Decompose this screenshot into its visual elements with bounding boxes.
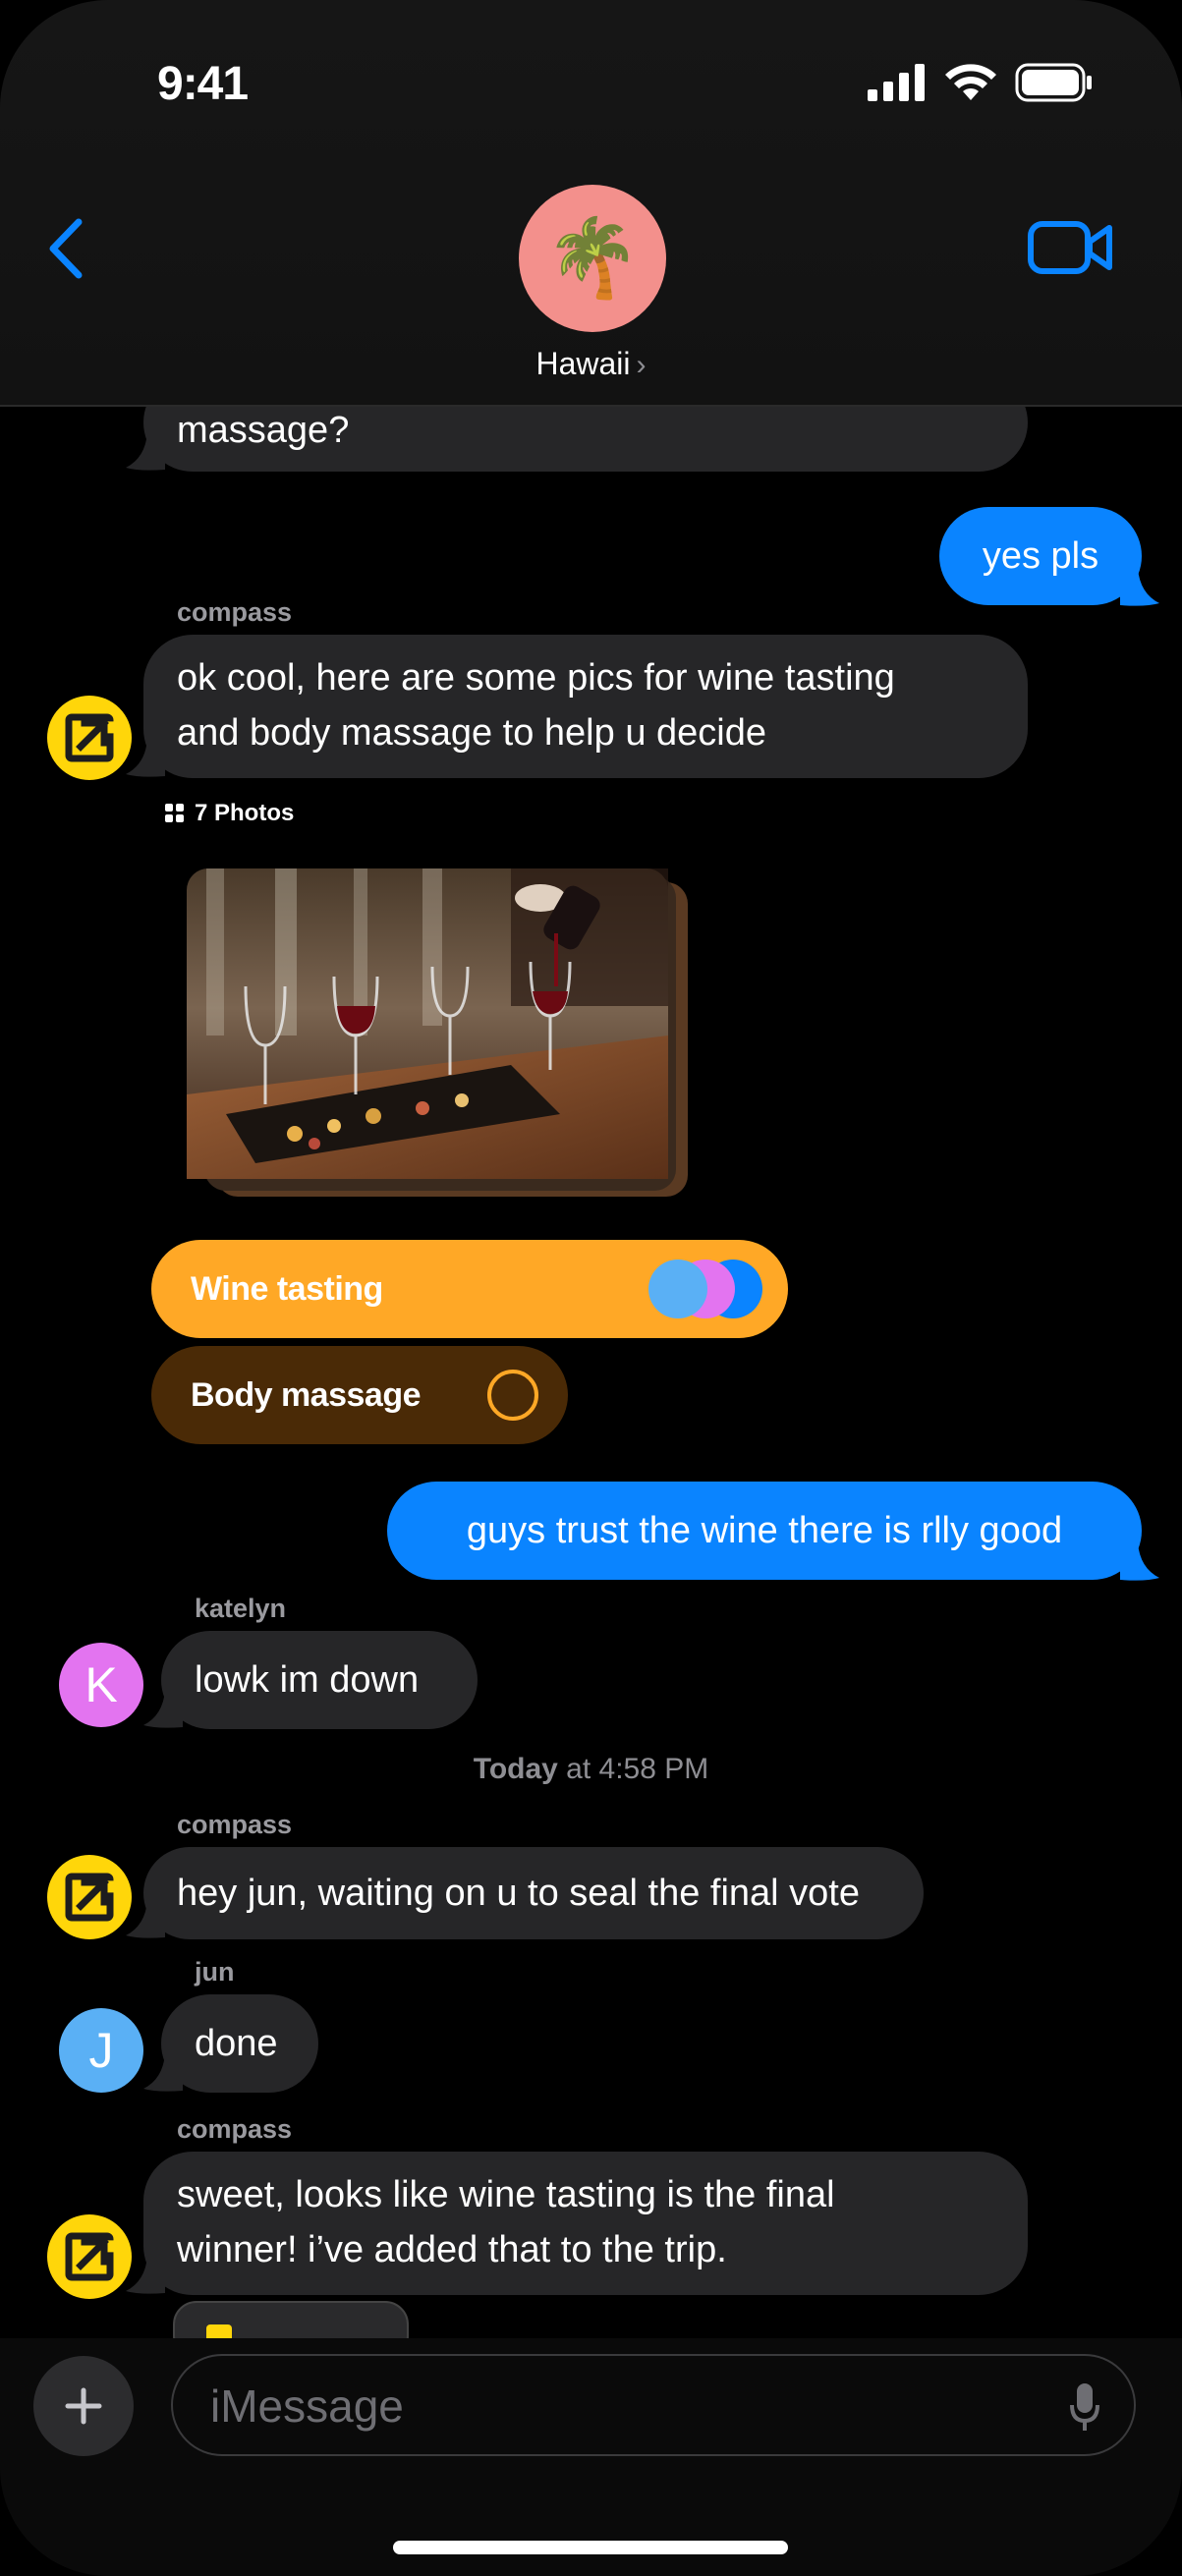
phone-screen: 9:41 🌴 Hawaii › massage? yes pls compass… (0, 0, 1182, 2576)
message-text: winner! i’ve added that to the trip. (177, 2229, 727, 2270)
poll-option-body-massage[interactable]: Body massage (151, 1346, 568, 1444)
poll-option-wine-tasting[interactable]: Wine tasting (151, 1240, 788, 1338)
compass-logo-icon (65, 713, 114, 762)
message-bubble-incoming[interactable]: lowk im down (161, 1631, 478, 1729)
sender-name: compass (177, 597, 293, 627)
avatar-initial: J (88, 2023, 114, 2078)
message-text: massage? (177, 410, 350, 451)
plus-icon (65, 2387, 102, 2425)
message-text: ok cool, here are some pics for wine tas… (177, 657, 895, 699)
jun-avatar[interactable]: J (59, 2008, 143, 2093)
status-time: 9:41 (157, 58, 249, 110)
message-bubble-incoming[interactable]: sweet, looks like wine tasting is the fi… (143, 2152, 1028, 2295)
message-text: done (195, 2023, 278, 2064)
battery-icon (1015, 63, 1092, 102)
bubble-tail (143, 1690, 183, 1728)
bubble-tail (126, 2256, 165, 2294)
compass-avatar[interactable] (47, 1855, 132, 1939)
message-bubble-outgoing[interactable]: guys trust the wine there is rlly good (387, 1482, 1142, 1580)
status-bar: 9:41 (0, 0, 1182, 167)
chevron-right-icon: › (636, 349, 647, 381)
bubble-tail (126, 432, 165, 471)
timestamp-time: at 4:58 PM (557, 1753, 709, 1785)
vote-radio-empty[interactable] (487, 1370, 538, 1421)
add-attachment-button[interactable] (33, 2356, 134, 2456)
bubble-tail (126, 1900, 165, 1938)
back-button[interactable] (39, 214, 98, 283)
message-text: sweet, looks like wine tasting is the fi… (177, 2174, 835, 2215)
compass-avatar[interactable] (47, 696, 132, 780)
group-avatar[interactable]: 🌴 (519, 185, 666, 332)
home-indicator[interactable] (393, 2541, 788, 2554)
compass-avatar[interactable] (47, 2214, 132, 2299)
sender-name: jun (195, 1957, 235, 1987)
photo-stack[interactable] (187, 868, 698, 1203)
message-text: guys trust the wine there is rlly good (466, 1510, 1063, 1551)
message-input[interactable] (208, 2356, 998, 2456)
timestamp-day: Today (473, 1753, 558, 1785)
bubble-tail (126, 739, 165, 777)
sender-name: katelyn (195, 1594, 287, 1623)
group-name[interactable]: Hawaii › (0, 346, 1182, 382)
message-bubble-incoming[interactable]: done (161, 1994, 318, 2093)
poll-option-label: Wine tasting (191, 1269, 383, 1308)
microphone-icon[interactable] (1069, 2381, 1100, 2433)
video-camera-icon (1028, 221, 1112, 274)
katelyn-avatar[interactable]: K (59, 1643, 143, 1727)
message-bubble-outgoing[interactable]: yes pls (939, 507, 1142, 605)
photo-stack-label[interactable]: 7 Photos (165, 800, 294, 827)
poll-option-label: Body massage (191, 1375, 422, 1414)
bubble-tail (143, 2053, 183, 2092)
message-bubble-incoming[interactable]: hey jun, waiting on u to seal the final … (143, 1847, 924, 1939)
chevron-left-icon (49, 218, 83, 279)
bubble-tail (1120, 568, 1159, 606)
status-icons (868, 63, 1094, 102)
message-text: hey jun, waiting on u to seal the final … (177, 1873, 861, 1914)
message-text: lowk im down (195, 1659, 420, 1701)
message-bubble-incoming[interactable]: ok cool, here are some pics for wine tas… (143, 635, 1028, 778)
compass-logo-icon (65, 2232, 114, 2281)
sender-name: compass (177, 1810, 293, 1839)
group-name-label: Hawaii (535, 346, 631, 381)
cellular-signal-icon (868, 64, 925, 101)
compass-logo-icon (65, 1873, 114, 1922)
facetime-video-button[interactable] (1027, 218, 1115, 277)
grid-icon (165, 804, 184, 822)
conversation-header: 9:41 🌴 Hawaii › (0, 0, 1182, 407)
photo-count: 7 Photos (195, 800, 295, 826)
message-text: yes pls (982, 535, 1099, 577)
voter-avatars (648, 1260, 762, 1318)
bubble-tail (1120, 1542, 1159, 1581)
sender-name: compass (177, 2114, 293, 2144)
conversation-timestamp: Today at 4:58 PM (0, 1753, 1182, 1786)
palm-tree-icon: 🌴 (544, 214, 641, 301)
voter-avatar (648, 1260, 707, 1318)
avatar-initial: K (84, 1657, 118, 1712)
wifi-icon (945, 64, 996, 100)
imessage-input-field[interactable] (171, 2354, 1136, 2456)
wine-tasting-photo (187, 868, 688, 1197)
message-text: and body massage to help u decide (177, 712, 766, 754)
